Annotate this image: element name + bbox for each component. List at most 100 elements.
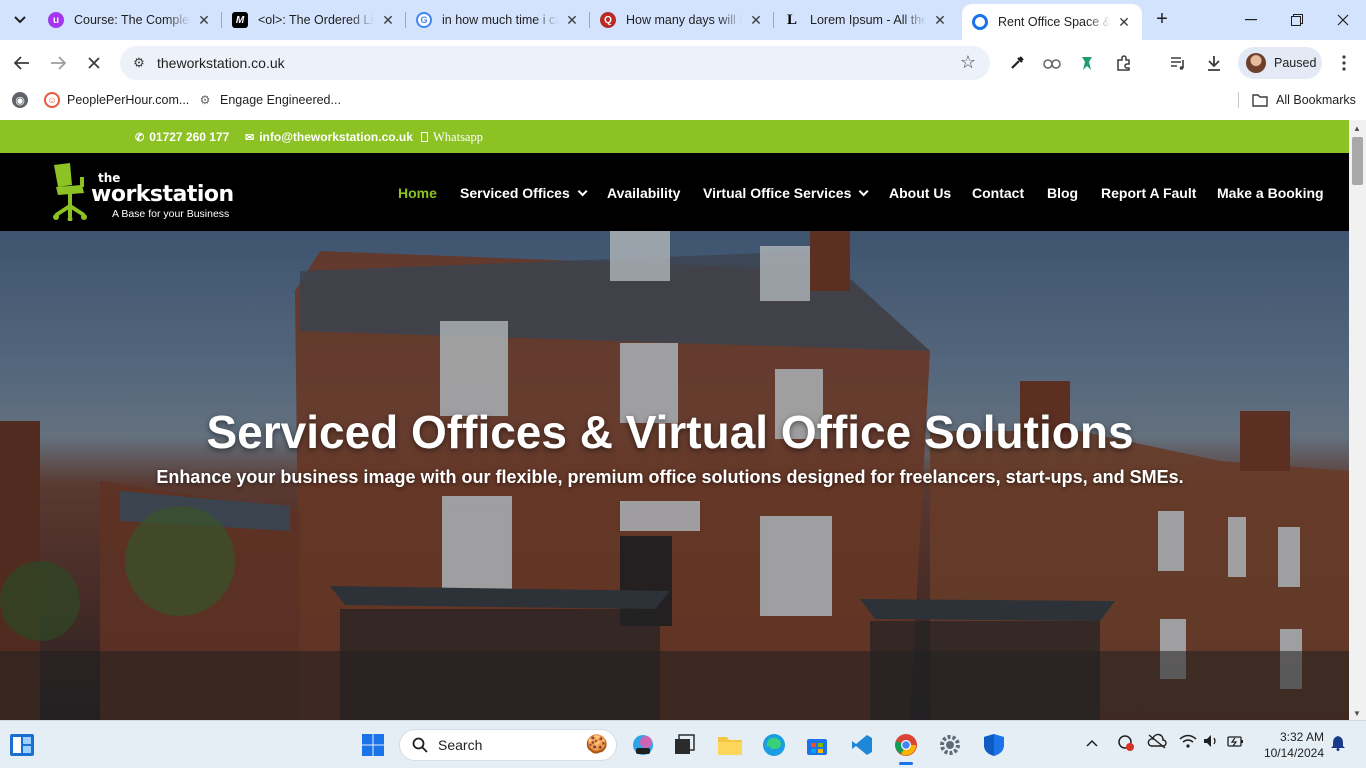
tab-strip: u Course: The Complete ✕ M <ol>: The Ord… bbox=[0, 0, 1366, 40]
vscode-button[interactable] bbox=[848, 731, 876, 759]
new-tab-button[interactable]: + bbox=[1150, 8, 1174, 32]
edge-icon bbox=[763, 734, 785, 756]
nav-contact[interactable]: Contact bbox=[972, 183, 1024, 203]
nav-label: Contact bbox=[972, 185, 1025, 201]
profile-button[interactable]: Paused bbox=[1238, 47, 1322, 79]
scrollbar-thumb[interactable] bbox=[1352, 137, 1363, 185]
close-tab-icon[interactable]: ✕ bbox=[196, 12, 212, 28]
arrow-right-icon bbox=[51, 56, 66, 70]
udemy-icon: u bbox=[48, 12, 64, 28]
nav-home[interactable]: Home bbox=[398, 183, 437, 203]
tab-title: Rent Office Space & V bbox=[998, 15, 1110, 29]
chevron-up-icon bbox=[1086, 739, 1098, 747]
tab-workstation[interactable]: Rent Office Space & V ✕ bbox=[962, 4, 1142, 40]
logo-brand: workstation bbox=[91, 182, 234, 207]
extensions-button[interactable] bbox=[1113, 52, 1135, 74]
tab-udemy[interactable]: u Course: The Complete ✕ bbox=[38, 4, 222, 36]
quora-icon: Q bbox=[600, 12, 616, 28]
battery-tray-icon[interactable] bbox=[1227, 733, 1245, 752]
tab-google[interactable]: G in how much time i can ✕ bbox=[406, 4, 590, 36]
wifi-tray-icon[interactable] bbox=[1179, 733, 1197, 752]
scroll-up-arrow-icon[interactable]: ▲ bbox=[1353, 124, 1361, 133]
tab-mdn[interactable]: M <ol>: The Ordered List ✕ bbox=[222, 4, 406, 36]
bookmark-peopleperhour[interactable]: ☺ PeoplePerHour.com... bbox=[44, 91, 189, 109]
apps-shortcut[interactable]: ◉ bbox=[12, 91, 35, 109]
nav-label: Report A Fault bbox=[1101, 185, 1197, 201]
forward-button[interactable] bbox=[44, 49, 72, 77]
scroll-down-arrow-icon[interactable]: ▼ bbox=[1353, 709, 1361, 718]
address-bar[interactable]: ⚙ ☆ bbox=[120, 46, 990, 80]
notifications-button[interactable] bbox=[1331, 735, 1345, 754]
nav-blog[interactable]: Blog bbox=[1047, 183, 1078, 203]
close-tab-icon[interactable]: ✕ bbox=[748, 12, 764, 28]
cloud-link-icon bbox=[1043, 59, 1061, 69]
onedrive-tray-icon[interactable] bbox=[1147, 733, 1167, 752]
nav-about-us[interactable]: About Us bbox=[889, 183, 951, 203]
widgets-button[interactable] bbox=[8, 731, 36, 759]
eyedropper-icon bbox=[1011, 56, 1024, 69]
chrome-menu-button[interactable] bbox=[1333, 52, 1355, 74]
whatsapp-link[interactable]: Whatsapp bbox=[421, 129, 483, 145]
globe-icon: ◉ bbox=[12, 92, 28, 108]
green-extension-icon[interactable] bbox=[1076, 52, 1098, 74]
search-label: Search bbox=[438, 737, 483, 753]
puzzle-icon bbox=[1117, 55, 1130, 71]
tab-title: <ol>: The Ordered List bbox=[258, 13, 374, 27]
file-explorer-button[interactable] bbox=[716, 731, 744, 759]
email-link[interactable]: ✉ info@theworkstation.co.uk bbox=[245, 129, 413, 145]
close-window-button[interactable] bbox=[1320, 6, 1366, 34]
taskbar-search[interactable]: Search 🍪 bbox=[399, 729, 617, 761]
volume-tray-icon[interactable] bbox=[1203, 733, 1219, 752]
tab-lipsum[interactable]: L Lorem Ipsum - All the ✕ bbox=[774, 4, 958, 36]
tab-title: Course: The Complete bbox=[74, 13, 190, 27]
chrome-taskbar-button[interactable] bbox=[892, 731, 920, 765]
update-tray-icon[interactable] bbox=[1116, 733, 1134, 754]
site-info-icon[interactable]: ⚙ bbox=[130, 54, 148, 72]
store-button[interactable] bbox=[803, 731, 831, 759]
copilot-button[interactable] bbox=[629, 731, 657, 759]
media-control-button[interactable] bbox=[1167, 52, 1189, 74]
workstation-icon bbox=[972, 14, 988, 30]
tab-search-button[interactable] bbox=[6, 7, 34, 33]
phone-link[interactable]: ✆ 01727 260 177 bbox=[135, 129, 229, 145]
url-input[interactable] bbox=[157, 54, 917, 72]
task-view-icon bbox=[675, 734, 695, 754]
eyedropper-extension-icon[interactable] bbox=[1006, 52, 1028, 74]
contact-topbar: ✆ 01727 260 177 ✉ info@theworkstation.co… bbox=[0, 120, 1349, 153]
downloads-button[interactable] bbox=[1203, 52, 1225, 74]
tab-quora[interactable]: Q How many days will it ✕ bbox=[590, 4, 774, 36]
download-icon bbox=[1208, 56, 1220, 71]
all-bookmarks-button[interactable]: All Bookmarks bbox=[1252, 91, 1356, 109]
bookmark-engage-engineered[interactable]: ⚙ Engage Engineered... bbox=[197, 91, 341, 109]
nav-label: Blog bbox=[1047, 185, 1079, 201]
edge-button[interactable] bbox=[760, 731, 788, 759]
nav-virtual-office-services[interactable]: Virtual Office Services bbox=[703, 183, 869, 203]
search-icon bbox=[412, 737, 428, 753]
settings-button[interactable] bbox=[936, 731, 964, 759]
nav-serviced-offices[interactable]: Serviced Offices bbox=[460, 183, 588, 203]
restore-button[interactable] bbox=[1274, 6, 1320, 34]
close-tab-icon[interactable]: ✕ bbox=[932, 12, 948, 28]
show-hidden-icons-button[interactable] bbox=[1086, 735, 1098, 750]
close-tab-icon[interactable]: ✕ bbox=[564, 12, 580, 28]
close-tab-icon[interactable]: ✕ bbox=[1116, 14, 1132, 30]
close-tab-icon[interactable]: ✕ bbox=[380, 12, 396, 28]
page-scrollbar[interactable]: ▲ ▼ bbox=[1349, 120, 1366, 720]
nav-make-a-booking[interactable]: Make a Booking bbox=[1217, 183, 1324, 203]
chrome-icon bbox=[895, 734, 917, 756]
task-view-button[interactable] bbox=[670, 731, 698, 759]
taskbar-clock[interactable]: 3:32 AM 10/14/2024 bbox=[1258, 729, 1324, 761]
site-logo[interactable]: the workstation A Base for your Business bbox=[48, 161, 238, 223]
nav-availability[interactable]: Availability bbox=[607, 183, 680, 203]
bookmark-star-icon[interactable]: ☆ bbox=[960, 52, 976, 73]
back-button[interactable] bbox=[8, 49, 36, 77]
extension-icon[interactable] bbox=[1041, 52, 1063, 74]
nav-label: Make a Booking bbox=[1217, 185, 1324, 201]
avatar bbox=[1246, 53, 1266, 73]
defender-button[interactable] bbox=[980, 731, 1008, 759]
stop-loading-button[interactable] bbox=[80, 49, 108, 77]
tab-title: Lorem Ipsum - All the bbox=[810, 13, 926, 27]
start-button[interactable] bbox=[359, 731, 387, 759]
minimize-button[interactable] bbox=[1228, 6, 1274, 34]
nav-report-a-fault[interactable]: Report A Fault bbox=[1101, 183, 1196, 203]
